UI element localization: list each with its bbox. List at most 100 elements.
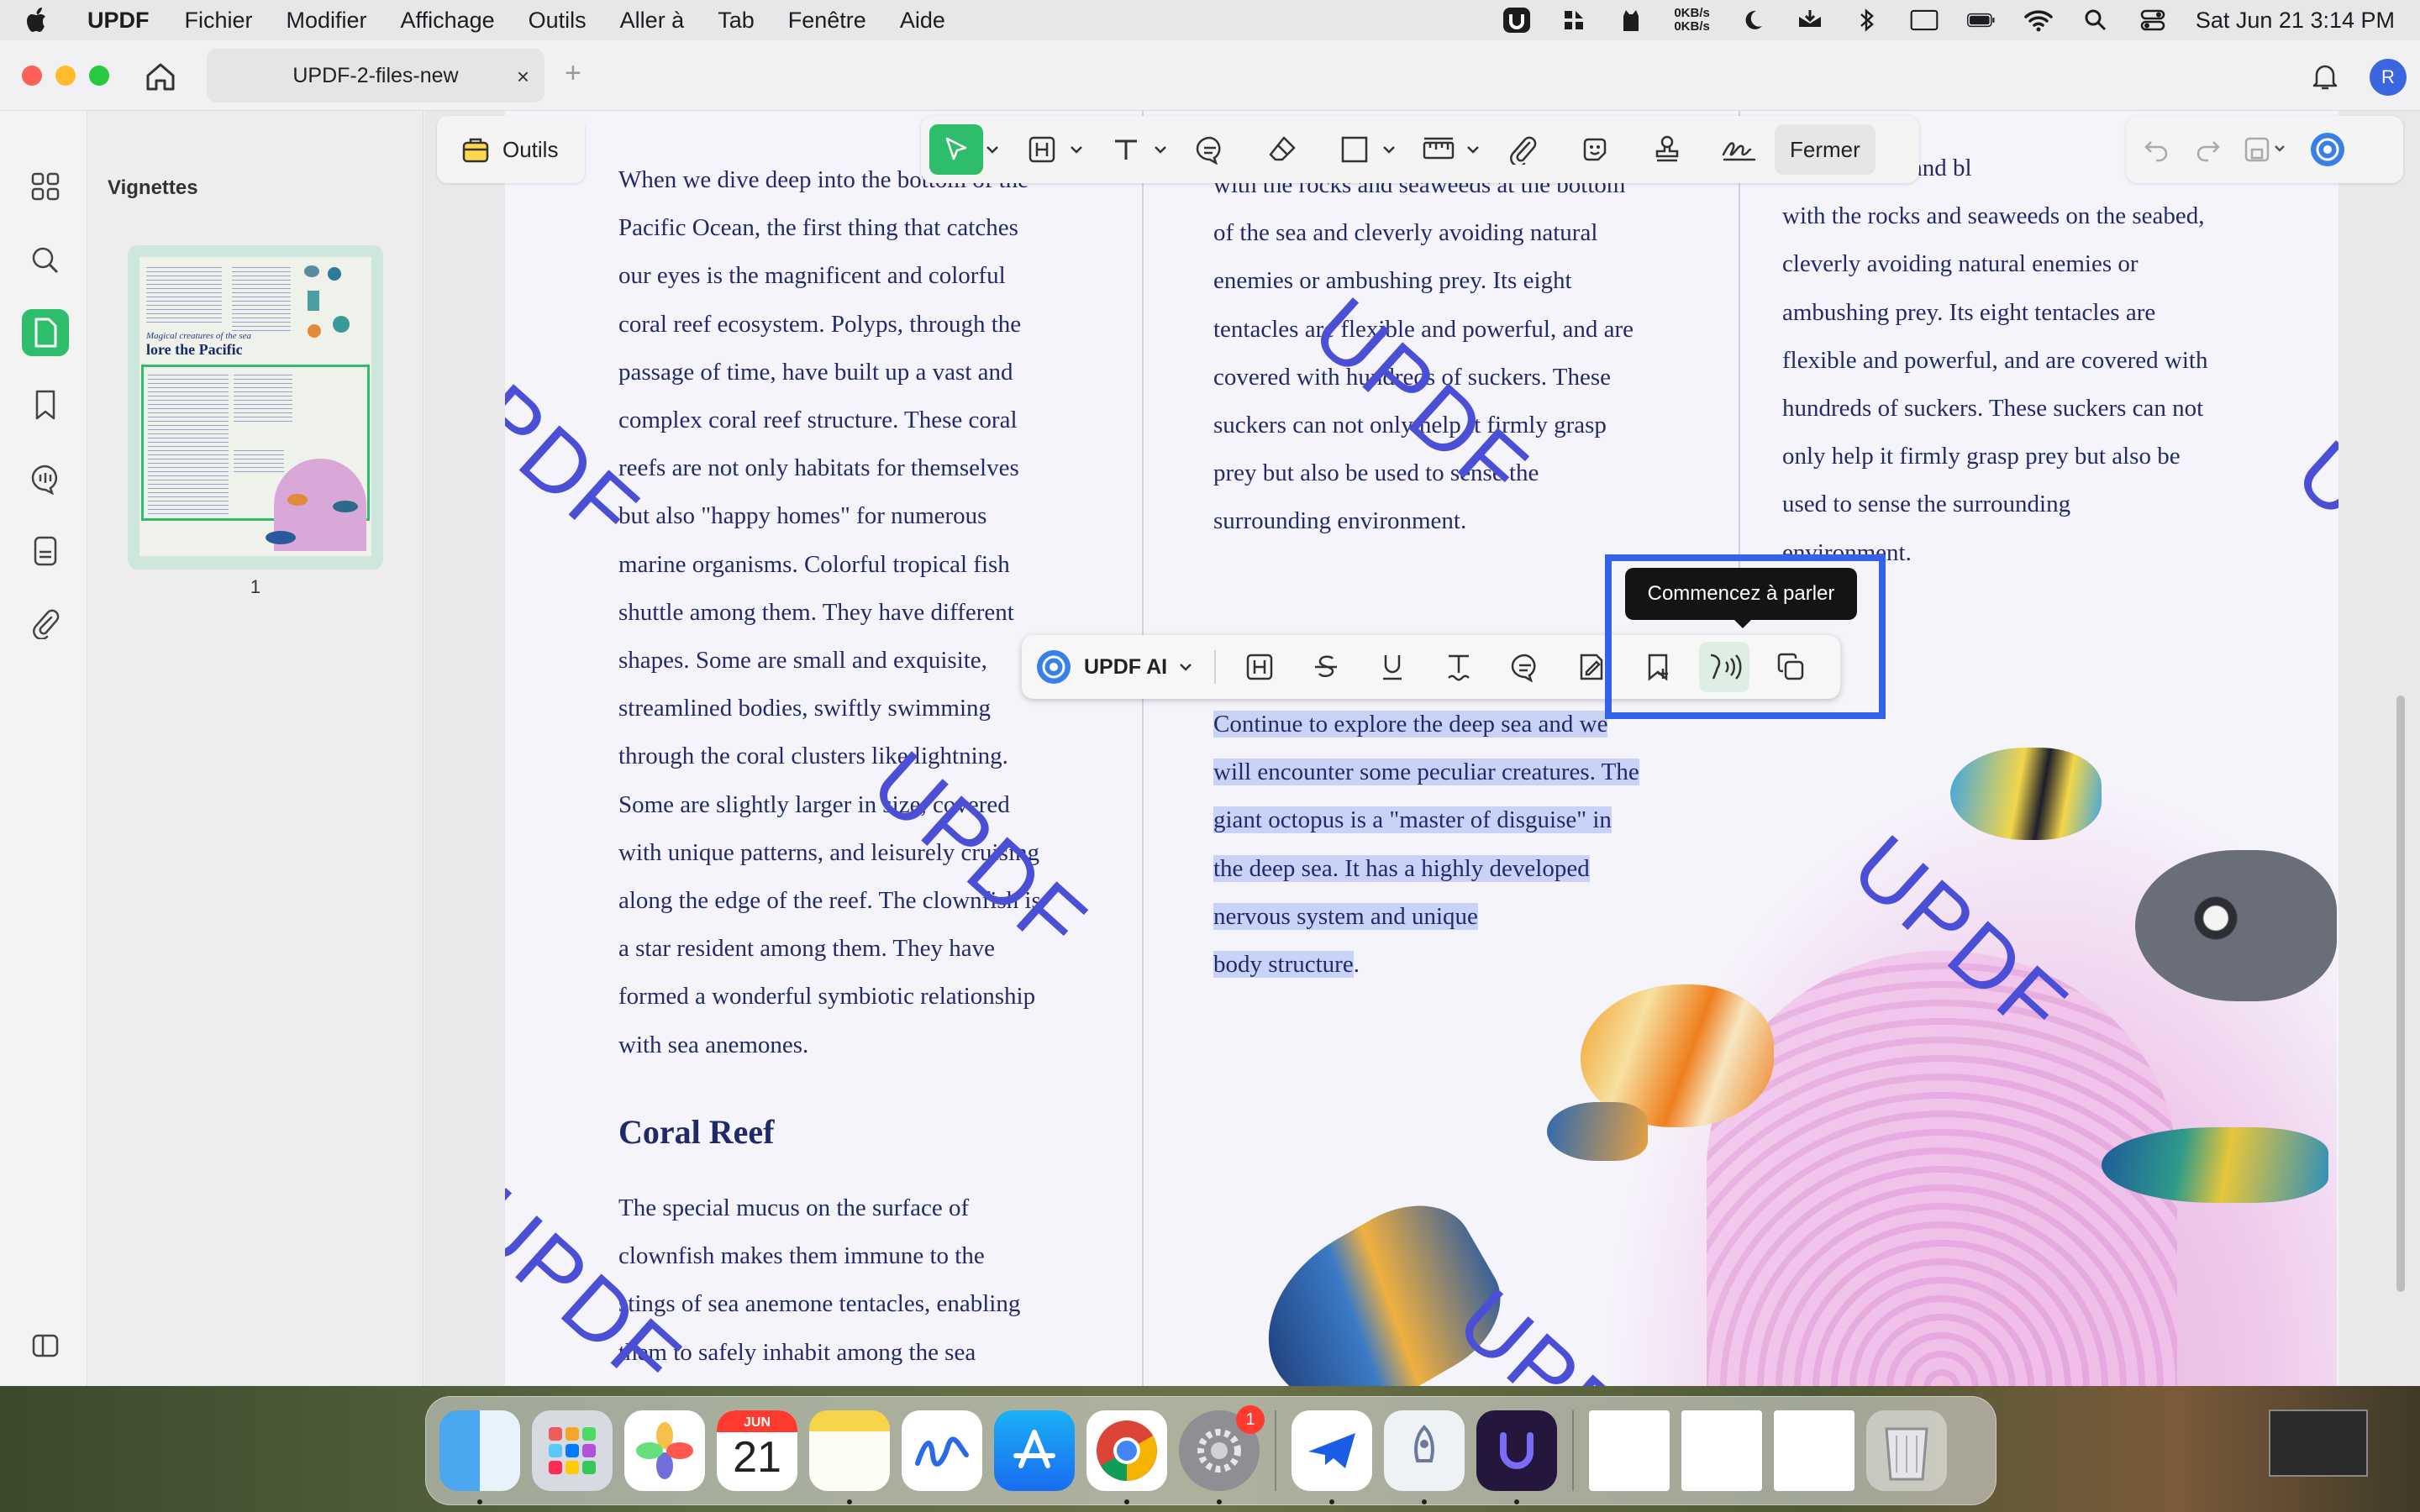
desktop-window-preview[interactable] xyxy=(2269,1410,2368,1477)
column-3-paragraph[interactable]: environment and bl with the rocks and se… xyxy=(1782,144,2303,577)
moon-icon[interactable] xyxy=(1739,8,1767,33)
close-window-button[interactable] xyxy=(22,66,42,86)
comment-tool-button[interactable] xyxy=(1185,124,1235,175)
shape-dropdown[interactable] xyxy=(1380,145,1398,154)
bookmarks-rail-button[interactable] xyxy=(22,381,69,428)
menu-fichier[interactable]: Fichier xyxy=(185,8,253,34)
attach-tool-button[interactable] xyxy=(1497,124,1548,175)
updf-ai-button[interactable]: UPDF AI xyxy=(1035,648,1192,685)
menu-tab[interactable]: Tab xyxy=(718,8,755,34)
minimize-window-button[interactable] xyxy=(55,66,76,86)
bell-icon[interactable] xyxy=(2309,60,2341,92)
launchpad-dock-icon[interactable] xyxy=(532,1410,613,1491)
eraser-tool-button[interactable] xyxy=(1257,124,1307,175)
underline-button[interactable] xyxy=(1367,642,1418,692)
highlight-dropdown[interactable] xyxy=(1067,145,1086,154)
photos-dock-icon[interactable] xyxy=(624,1410,705,1491)
mail-client-dock-icon[interactable] xyxy=(1292,1410,1372,1504)
menu-app-name[interactable]: UPDF xyxy=(87,8,150,34)
dock-separator xyxy=(1572,1410,1574,1491)
stamp-tool-button[interactable] xyxy=(1642,124,1692,175)
bluetooth-icon[interactable] xyxy=(1853,8,1881,33)
save-icon[interactable] xyxy=(2244,136,2287,163)
menu-affichage[interactable]: Affichage xyxy=(401,8,495,34)
fermer-button[interactable]: Fermer xyxy=(1775,124,1876,175)
search-icon[interactable] xyxy=(2081,8,2110,33)
user-avatar[interactable]: R xyxy=(2370,59,2407,96)
menu-outils[interactable]: Outils xyxy=(529,8,587,34)
text-dropdown[interactable] xyxy=(1151,145,1170,154)
redo-icon[interactable] xyxy=(2193,137,2222,162)
organize-pages-button[interactable] xyxy=(22,163,69,210)
menu-fenetre[interactable]: Fenêtre xyxy=(788,8,866,34)
text-line: of the sea and cleverly avoiding natural xyxy=(1213,219,1598,247)
comment-selection-button[interactable] xyxy=(1500,642,1550,692)
shape-tool-button[interactable] xyxy=(1329,124,1380,175)
measure-dropdown[interactable] xyxy=(1464,145,1482,154)
cat-status-icon[interactable] xyxy=(1617,8,1645,33)
text-tool-button[interactable] xyxy=(1101,124,1151,175)
settings-rail-button[interactable] xyxy=(22,1322,69,1369)
tray-status-icon[interactable] xyxy=(1796,8,1824,33)
wifi-icon[interactable] xyxy=(2024,8,2053,33)
apple-icon[interactable] xyxy=(25,6,50,34)
settings-badge: 1 xyxy=(1236,1405,1265,1434)
fullscreen-window-button[interactable] xyxy=(89,66,109,86)
underline-icon xyxy=(1383,655,1402,680)
text-line: marine organisms. Colorful tropical fish xyxy=(618,550,1010,578)
finder-dock-icon[interactable] xyxy=(439,1410,520,1504)
page-thumbnail[interactable]: Magical creatures of the sea lore the Pa… xyxy=(128,245,383,570)
select-tool-button[interactable] xyxy=(929,124,983,175)
select-tool-dropdown[interactable] xyxy=(983,145,1002,154)
thumbnails-panel: Vignettes Magical creatures of the sea l… xyxy=(87,111,424,1386)
app-store-dock-icon[interactable] xyxy=(994,1410,1075,1491)
search-rail-button[interactable] xyxy=(22,237,69,284)
attachments-list-rail-button[interactable] xyxy=(22,528,69,575)
new-tab-button[interactable]: + xyxy=(565,57,581,90)
menu-modifier[interactable]: Modifier xyxy=(287,8,367,34)
tab-close-button[interactable]: × xyxy=(517,64,529,90)
signature-tool-button[interactable] xyxy=(1714,124,1765,175)
notes-dock-icon[interactable] xyxy=(809,1410,890,1504)
vertical-scrollbar[interactable] xyxy=(2396,696,2405,1292)
grid-status-icon[interactable] xyxy=(1560,8,1588,33)
text-line: clownfish makes them immune to the xyxy=(618,1242,985,1270)
freeform-dock-icon[interactable] xyxy=(902,1410,982,1491)
undo-icon[interactable] xyxy=(2143,137,2171,162)
selected-text-paragraph[interactable]: Continue to explore the deep sea and we … xyxy=(1213,701,1734,989)
bookmark-icon xyxy=(35,390,55,420)
updf-dock-icon[interactable] xyxy=(1476,1410,1557,1504)
measure-tool-button[interactable] xyxy=(1413,124,1464,175)
system-settings-dock-icon[interactable]: 1 xyxy=(1179,1405,1265,1504)
coral-reef-heading[interactable]: Coral Reef xyxy=(618,1112,774,1152)
battery-icon[interactable] xyxy=(1966,8,1996,33)
menu-clock[interactable]: Sat Jun 21 3:14 PM xyxy=(2196,8,2395,34)
thumbnails-rail-button[interactable] xyxy=(22,309,69,356)
comments-rail-button[interactable] xyxy=(22,455,69,502)
rocket-dock-icon[interactable] xyxy=(1384,1410,1465,1504)
pdf-page[interactable]: When we dive deep into the bottom of the… xyxy=(505,111,2338,1386)
trash-dock-icon[interactable] xyxy=(1866,1410,1947,1491)
highlight-selection-button[interactable] xyxy=(1234,642,1285,692)
spreadsheet-doc-2-dock-icon[interactable] xyxy=(1681,1410,1762,1491)
menu-aide[interactable]: Aide xyxy=(900,8,945,34)
updf-ai-icon[interactable] xyxy=(2309,131,2346,168)
control-center-icon[interactable] xyxy=(2139,8,2167,33)
sticker-tool-button[interactable] xyxy=(1570,124,1620,175)
squiggly-button[interactable] xyxy=(1434,642,1484,692)
chrome-dock-icon[interactable] xyxy=(1086,1410,1167,1504)
outils-button[interactable]: Outils xyxy=(437,116,585,183)
document-tab[interactable]: UPDF-2-files-new × xyxy=(207,49,544,102)
webpage-doc-dock-icon[interactable] xyxy=(1774,1410,1854,1491)
text-line: Pacific Ocean, the first thing that catc… xyxy=(618,214,1018,242)
calendar-dock-icon[interactable]: JUN 21 xyxy=(717,1410,797,1491)
attachment-rail-button[interactable] xyxy=(22,600,69,647)
menu-aller-a[interactable]: Aller à xyxy=(620,8,685,34)
updf-status-icon[interactable] xyxy=(1502,8,1531,33)
input-source-icon[interactable] xyxy=(1910,8,1939,33)
column-1-paragraph-2[interactable]: The special mucus on the surface of clow… xyxy=(618,1184,1123,1377)
highlight-tool-button[interactable] xyxy=(1017,124,1067,175)
spreadsheet-doc-dock-icon[interactable] xyxy=(1589,1410,1670,1491)
strikethrough-button[interactable] xyxy=(1301,642,1351,692)
home-icon[interactable] xyxy=(143,59,178,94)
